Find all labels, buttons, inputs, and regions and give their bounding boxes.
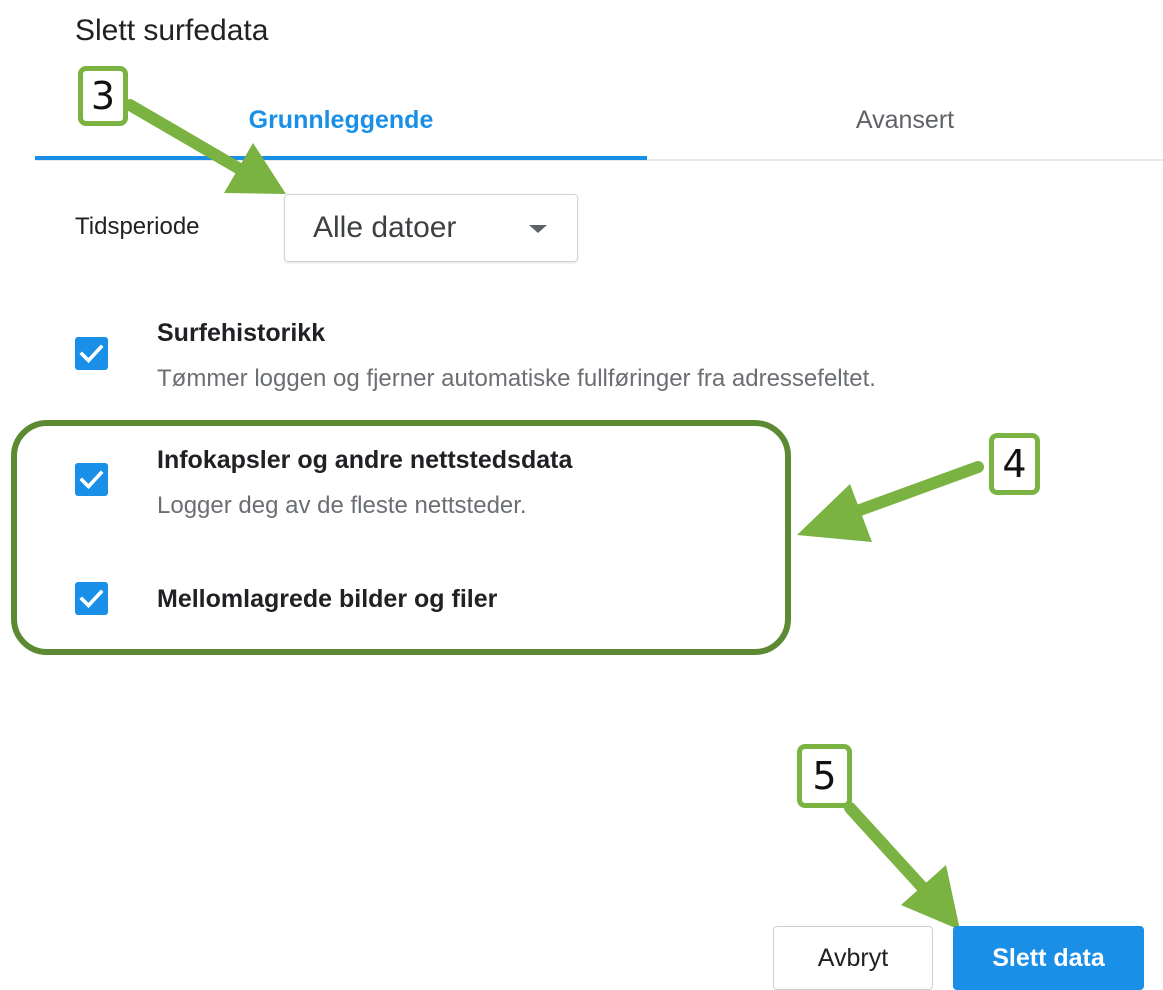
- time-range-select[interactable]: Alle datoer: [284, 194, 578, 262]
- browsing-history-title: Surfehistorikk: [157, 319, 326, 347]
- time-range-label: Tidsperiode: [75, 213, 200, 240]
- dialog-title: Slett surfedata: [75, 14, 269, 47]
- step-badge-5: 5: [797, 744, 852, 808]
- chevron-down-icon: [529, 225, 547, 233]
- step-badge-3: 3: [78, 66, 128, 126]
- checkmark-icon: [79, 344, 104, 364]
- cancel-button[interactable]: Avbryt: [773, 926, 933, 990]
- active-tab-indicator: [35, 156, 647, 160]
- step-badge-4: 4: [989, 433, 1040, 495]
- annotation-arrow-4: [854, 461, 984, 516]
- annotation-arrow-5: [844, 802, 929, 894]
- time-range-value: Alle datoer: [313, 211, 457, 244]
- delete-data-button[interactable]: Slett data: [953, 926, 1144, 990]
- annotation-highlight-box: [11, 420, 791, 655]
- browsing-history-checkbox[interactable]: [75, 337, 108, 370]
- annotation-arrowhead-5: [901, 865, 960, 930]
- browsing-history-description: Tømmer loggen og fjerner automatiske ful…: [157, 365, 876, 392]
- tab-advanced[interactable]: Avansert: [647, 80, 1163, 160]
- annotation-arrowhead-4: [797, 484, 872, 542]
